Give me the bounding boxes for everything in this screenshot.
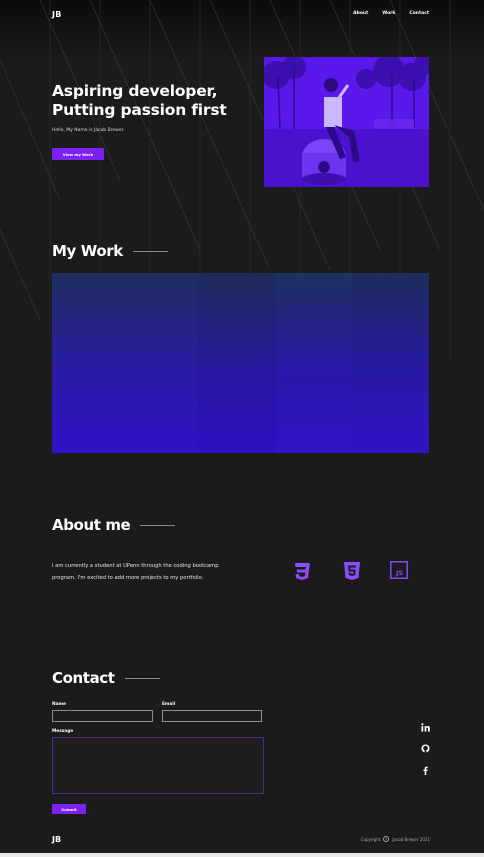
contact-section-title: Contact [52,669,160,687]
copyright-label: Copyright [360,836,381,842]
hero-subtitle: Hello, My Name is Jacob Brewer. [52,128,125,133]
nav-about[interactable]: About [353,11,368,16]
nav-contact[interactable]: Contact [409,11,429,16]
project-tile-3[interactable] [276,273,352,453]
about-text: I am currently a student at UPenn throug… [52,563,219,581]
project-tile-4[interactable] [352,273,429,453]
copyright: Copyright c Jacob Brewer 2021 [361,836,430,842]
facebook-icon[interactable] [419,764,431,776]
name-input[interactable] [52,710,153,722]
site-header: JB About Work Contact [0,0,484,30]
work-gallery [52,273,429,453]
copyright-owner: Jacob Brewer 2021 [392,836,430,842]
message-textarea[interactable] [52,737,264,794]
copyright-icon: c [383,836,390,842]
javascript-icon: JS [390,561,410,581]
header-logo[interactable]: JB [52,10,62,19]
footer-logo[interactable]: JB [52,835,61,844]
view-work-button[interactable]: View my Work [52,148,104,160]
about-section-title: About me [52,516,176,534]
hero-title: Aspiring developer, Putting passion firs… [52,82,252,120]
nav-work[interactable]: Work [382,11,395,16]
hero-title-line2: Putting passion first [52,101,227,119]
email-label: Email [162,702,176,707]
work-section-title: My Work [52,242,168,260]
title-divider [124,677,160,679]
hero-title-line1: Aspiring developer, [52,82,218,100]
message-label: Message [52,729,74,734]
email-input[interactable] [162,710,262,722]
bottom-bar [0,853,484,857]
html5-icon [343,561,363,581]
title-divider [132,250,168,252]
project-tile-1[interactable] [52,273,198,453]
github-icon[interactable] [419,742,431,754]
name-label: Name [52,702,66,707]
project-tile-2[interactable] [198,273,276,453]
svg-text:JS: JS [395,569,403,577]
title-divider [140,524,176,526]
profile-photo [264,57,429,187]
linkedin-icon[interactable] [419,721,431,733]
css3-icon [292,561,312,581]
submit-button[interactable]: Submit [52,804,86,814]
main-nav: About Work Contact [353,11,429,16]
